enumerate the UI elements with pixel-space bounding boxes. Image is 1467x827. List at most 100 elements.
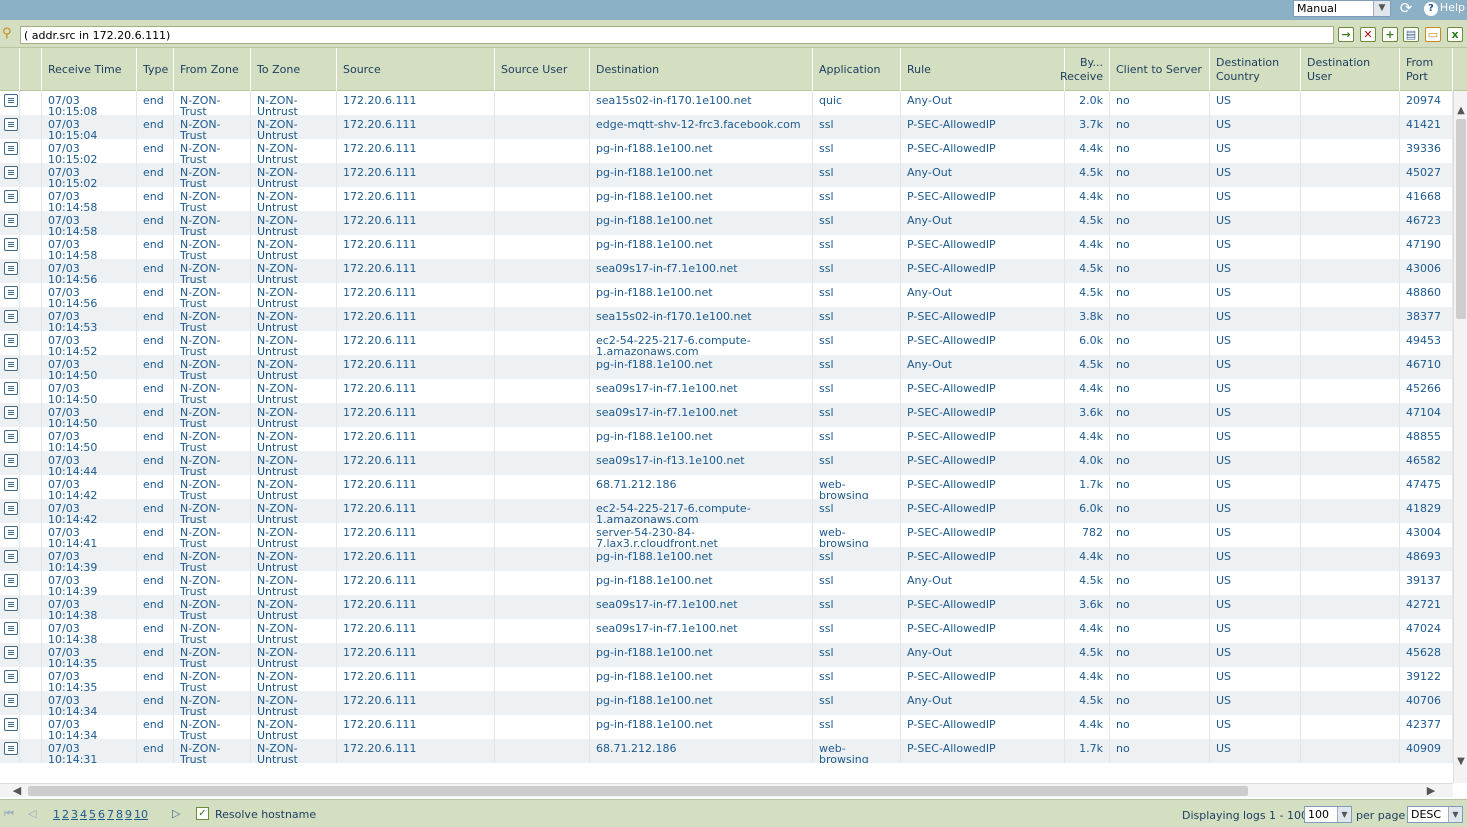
- cell-dest-country[interactable]: US: [1210, 427, 1301, 451]
- cell-destination[interactable]: sea15s02-in-f170.1e100.net: [590, 307, 813, 331]
- cell-from-zone[interactable]: N-ZON-Trust: [174, 547, 251, 571]
- cell-to-zone[interactable]: N-ZON-Untrust: [251, 307, 337, 331]
- log-details-icon[interactable]: [4, 574, 18, 587]
- cell-rule[interactable]: P-SEC-AllowedIP: [901, 307, 1065, 331]
- cell-rule[interactable]: P-SEC-AllowedIP: [901, 715, 1065, 739]
- cell-to-zone[interactable]: N-ZON-Untrust: [251, 139, 337, 163]
- cell-rule[interactable]: P-SEC-AllowedIP: [901, 331, 1065, 355]
- table-row[interactable]: 07/03 10:14:50 end N-ZON-Trust N-ZON-Untrus…: [0, 379, 1453, 403]
- cell-type[interactable]: end: [137, 139, 174, 163]
- cell-type[interactable]: end: [137, 211, 174, 235]
- cell-source[interactable]: 172.20.6.111: [337, 547, 495, 571]
- table-row[interactable]: 07/03 10:14:35 end N-ZON-Trust N-ZON-Untrus…: [0, 667, 1453, 691]
- cell-from-zone[interactable]: N-ZON-Trust: [174, 523, 251, 547]
- table-row[interactable]: 07/03 10:14:31 end N-ZON-Trust N-ZON-Untrus…: [0, 739, 1453, 763]
- table-row[interactable]: 07/03 10:14:34 end N-ZON-Trust N-ZON-Untrus…: [0, 691, 1453, 715]
- cell-time[interactable]: 07/03 10:14:58: [42, 187, 137, 211]
- cell-destination[interactable]: pg-in-f188.1e100.net: [590, 355, 813, 379]
- page-link-8[interactable]: 8: [116, 808, 123, 821]
- cell-dest-country[interactable]: US: [1210, 619, 1301, 643]
- cell-from-zone[interactable]: N-ZON-Trust: [174, 595, 251, 619]
- cell-rule[interactable]: Any-Out: [901, 211, 1065, 235]
- cell-to-zone[interactable]: N-ZON-Untrust: [251, 595, 337, 619]
- cell-type[interactable]: end: [137, 115, 174, 139]
- cell-application[interactable]: ssl: [813, 643, 901, 667]
- cell-type[interactable]: end: [137, 715, 174, 739]
- log-details-icon[interactable]: [4, 310, 18, 323]
- cell-from-zone[interactable]: N-ZON-Trust: [174, 139, 251, 163]
- cell-to-zone[interactable]: N-ZON-Untrust: [251, 643, 337, 667]
- cell-application[interactable]: ssl: [813, 619, 901, 643]
- cell-application[interactable]: ssl: [813, 355, 901, 379]
- page-link-9[interactable]: 9: [125, 808, 132, 821]
- cell-destination[interactable]: pg-in-f188.1e100.net: [590, 235, 813, 259]
- cell-from-port[interactable]: 46582: [1400, 451, 1453, 475]
- cell-rule[interactable]: P-SEC-AllowedIP: [901, 523, 1065, 547]
- column-header-application[interactable]: Application: [813, 48, 901, 91]
- column-header-rule[interactable]: Rule: [901, 48, 1065, 91]
- cell-to-zone[interactable]: N-ZON-Untrust: [251, 187, 337, 211]
- cell-time[interactable]: 07/03 10:14:56: [42, 283, 137, 307]
- cell-to-zone[interactable]: N-ZON-Untrust: [251, 451, 337, 475]
- cell-dest-country[interactable]: US: [1210, 379, 1301, 403]
- log-details-icon[interactable]: [4, 454, 18, 467]
- cell-time[interactable]: 07/03 10:14:39: [42, 547, 137, 571]
- cell-to-zone[interactable]: N-ZON-Untrust: [251, 91, 337, 115]
- cell-from-zone[interactable]: N-ZON-Trust: [174, 283, 251, 307]
- cell-to-zone[interactable]: N-ZON-Untrust: [251, 499, 337, 523]
- cell-destination[interactable]: pg-in-f188.1e100.net: [590, 187, 813, 211]
- cell-dest-country[interactable]: US: [1210, 595, 1301, 619]
- cell-from-zone[interactable]: N-ZON-Trust: [174, 355, 251, 379]
- cell-from-zone[interactable]: N-ZON-Trust: [174, 211, 251, 235]
- page-link-2[interactable]: 2: [62, 808, 69, 821]
- cell-to-zone[interactable]: N-ZON-Untrust: [251, 739, 337, 763]
- cell-to-zone[interactable]: N-ZON-Untrust: [251, 571, 337, 595]
- cell-destination[interactable]: 68.71.212.186: [590, 739, 813, 763]
- cell-application[interactable]: ssl: [813, 547, 901, 571]
- cell-destination[interactable]: sea09s17-in-f7.1e100.net: [590, 403, 813, 427]
- cell-dest-country[interactable]: US: [1210, 499, 1301, 523]
- first-page-icon[interactable]: ⏮: [4, 807, 14, 821]
- apply-filter-icon[interactable]: →: [1338, 27, 1354, 42]
- page-link-7[interactable]: 7: [107, 808, 114, 821]
- cell-rule[interactable]: Any-Out: [901, 283, 1065, 307]
- cell-to-zone[interactable]: N-ZON-Untrust: [251, 115, 337, 139]
- sort-order-select[interactable]: DESC ▼: [1407, 806, 1463, 823]
- save-filter-icon[interactable]: ▤: [1403, 27, 1419, 42]
- cell-destination[interactable]: sea09s17-in-f7.1e100.net: [590, 595, 813, 619]
- cell-type[interactable]: end: [137, 547, 174, 571]
- cell-destination[interactable]: ec2-54-225-217-6.compute-1.amazonaws.com: [590, 499, 813, 523]
- cell-from-port[interactable]: 48693: [1400, 547, 1453, 571]
- table-row[interactable]: 07/03 10:14:42 end N-ZON-Trust N-ZON-Untrus…: [0, 475, 1453, 499]
- log-details-icon[interactable]: [4, 382, 18, 395]
- column-header-source[interactable]: Source: [337, 48, 495, 91]
- cell-rule[interactable]: P-SEC-AllowedIP: [901, 619, 1065, 643]
- table-row[interactable]: 07/03 10:15:08 end N-ZON-Trust N-ZON-Untrus…: [0, 91, 1453, 115]
- scroll-down-icon[interactable]: ▼: [1454, 755, 1467, 769]
- cell-destination[interactable]: pg-in-f188.1e100.net: [590, 139, 813, 163]
- cell-source[interactable]: 172.20.6.111: [337, 499, 495, 523]
- scroll-up-icon[interactable]: ▲: [1454, 104, 1467, 118]
- cell-rule[interactable]: P-SEC-AllowedIP: [901, 235, 1065, 259]
- log-details-icon[interactable]: [4, 142, 18, 155]
- cell-destination[interactable]: pg-in-f188.1e100.net: [590, 667, 813, 691]
- cell-from-zone[interactable]: N-ZON-Trust: [174, 307, 251, 331]
- help-link[interactable]: ? Help: [1423, 0, 1465, 18]
- table-row[interactable]: 07/03 10:14:35 end N-ZON-Trust N-ZON-Untrus…: [0, 643, 1453, 667]
- column-header-bytes[interactable]: By... Receive: [1060, 48, 1110, 91]
- page-link-6[interactable]: 6: [98, 808, 105, 821]
- cell-destination[interactable]: pg-in-f188.1e100.net: [590, 163, 813, 187]
- cell-source[interactable]: 172.20.6.111: [337, 619, 495, 643]
- cell-from-port[interactable]: 41668: [1400, 187, 1453, 211]
- cell-dest-country[interactable]: US: [1210, 259, 1301, 283]
- cell-source[interactable]: 172.20.6.111: [337, 115, 495, 139]
- column-header-type[interactable]: Type: [137, 48, 174, 91]
- cell-dest-country[interactable]: US: [1210, 91, 1301, 115]
- table-row[interactable]: 07/03 10:14:50 end N-ZON-Trust N-ZON-Untrus…: [0, 427, 1453, 451]
- cell-from-zone[interactable]: N-ZON-Trust: [174, 163, 251, 187]
- cell-source[interactable]: 172.20.6.111: [337, 571, 495, 595]
- cell-destination[interactable]: pg-in-f188.1e100.net: [590, 691, 813, 715]
- page-link-5[interactable]: 5: [89, 808, 96, 821]
- log-details-icon[interactable]: [4, 94, 18, 107]
- cell-dest-country[interactable]: US: [1210, 715, 1301, 739]
